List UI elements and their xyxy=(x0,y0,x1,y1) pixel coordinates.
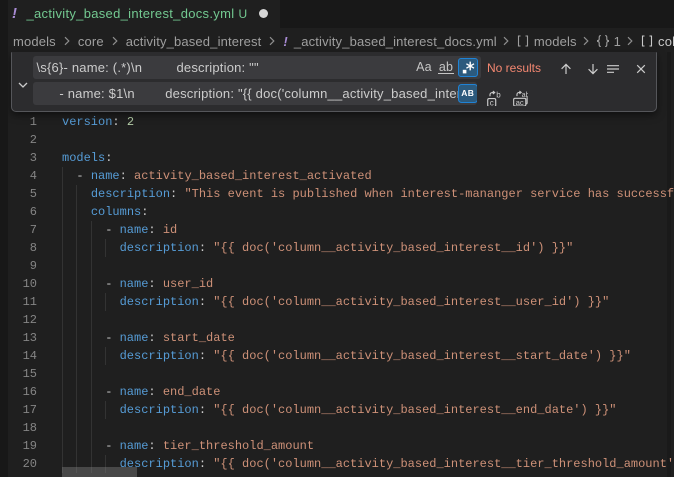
svg-text:b: b xyxy=(496,90,501,99)
svg-text:c: c xyxy=(490,98,494,106)
svg-text:ac: ac xyxy=(516,98,524,106)
